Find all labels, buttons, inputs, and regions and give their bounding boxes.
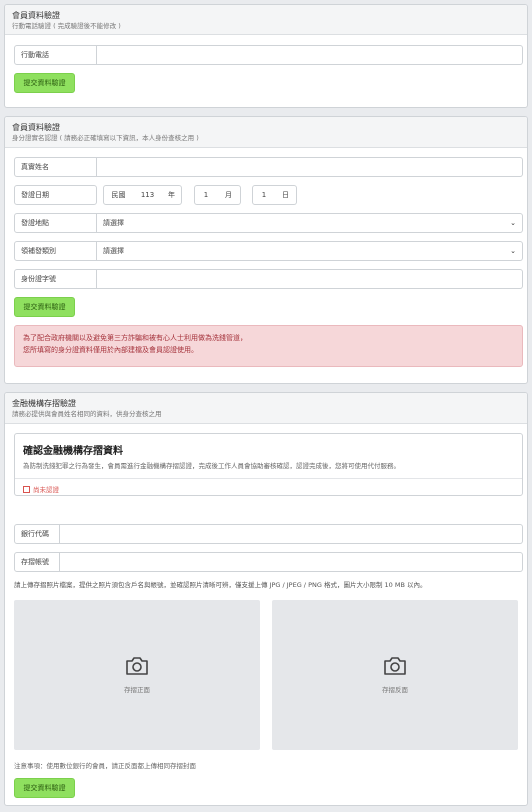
phone-input[interactable] — [97, 45, 523, 65]
month-unit: 月 — [217, 185, 241, 205]
chevron-down-icon: ⌄ — [510, 219, 516, 227]
issue-date-label: 發證日期 — [14, 185, 97, 205]
card-header: 會員資料驗證 身分證實名認證 ( 請務必正確填寫以下資訊，本人身份查核之用 ) — [5, 117, 527, 148]
upload-instructions: 請上傳存摺照片檔案，提供之照片須包含戶名與帳號，並確認照片清晰可辨，僅支援上傳 … — [14, 581, 427, 589]
back-label: 存摺反面 — [382, 686, 408, 694]
submit-bank-button[interactable]: 提交資料驗證 — [14, 778, 75, 798]
phone-row: 行動電話 — [14, 45, 523, 65]
card-subtitle: 身分證實名認證 ( 請務必正確填寫以下資訊，本人身份查核之用 ) — [12, 134, 199, 142]
passbook-front-upload[interactable]: 存摺正面 — [14, 600, 260, 750]
bank-info-text: 為防制洗錢犯罪之行為發生，會員需進行金融機構存摺認證，完成後工作人員會協助審核確… — [23, 462, 400, 470]
account-row: 存摺帳號 — [14, 552, 523, 572]
alert-line: 您所填寫的身分證資料僅用於內部建檔及會員認證使用。 — [23, 346, 198, 354]
year-unit: 年 — [162, 185, 182, 205]
submit-identity-button[interactable]: 提交資料驗證 — [14, 297, 75, 317]
checkbox-icon — [23, 485, 30, 493]
id-number-input[interactable] — [97, 269, 523, 289]
card-title: 金融機構存摺驗證 — [12, 399, 76, 408]
card-subtitle: 行動電話驗證 ( 完成驗證後不能修改 ) — [12, 22, 121, 30]
real-name-label: 真實姓名 — [14, 157, 97, 177]
bank-verification-card: 金融機構存摺驗證 請務必提供與會員姓名相同的資料，供身分查核之用 確認金融機構存… — [4, 392, 528, 806]
bank-code-label: 銀行代碼 — [14, 524, 60, 544]
bank-code-input[interactable] — [60, 524, 523, 544]
issue-place-select[interactable]: 請選擇 ⌄ — [97, 213, 523, 233]
month-input[interactable]: 1 — [194, 185, 218, 205]
card-title: 會員資料驗證 — [12, 11, 60, 20]
chevron-down-icon: ⌄ — [510, 247, 516, 255]
privacy-alert: 為了配合政府機關以及避免第三方詐騙和被有心人士利用做為洗錢管道， 您所填寫的身分… — [14, 325, 523, 367]
issue-place-label: 發證地點 — [14, 213, 97, 233]
issue-place-value: 請選擇 — [103, 219, 124, 227]
day-input[interactable]: 1 — [252, 185, 276, 205]
account-input[interactable] — [60, 552, 523, 572]
real-name-input[interactable] — [97, 157, 523, 177]
identity-verification-card: 會員資料驗證 身分證實名認證 ( 請務必正確填寫以下資訊，本人身份查核之用 ) … — [4, 116, 528, 384]
camera-icon — [384, 657, 406, 675]
bank-info-card: 確認金融機構存摺資料 為防制洗錢犯罪之行為發生，會員需進行金融機構存摺認證，完成… — [14, 433, 523, 496]
upload-note: 注意事項：使用數位銀行的會員，請正反面都上傳相同存摺封面 — [14, 762, 196, 770]
account-label: 存摺帳號 — [14, 552, 60, 572]
issue-type-select[interactable]: 請選擇 ⌄ — [97, 241, 523, 261]
alert-line: 為了配合政府機關以及避免第三方詐騙和被有心人士利用做為洗錢管道， — [23, 334, 247, 342]
card-header: 金融機構存摺驗證 請務必提供與會員姓名相同的資料，供身分查核之用 — [5, 393, 527, 424]
card-header: 會員資料驗證 行動電話驗證 ( 完成驗證後不能修改 ) — [5, 5, 527, 35]
issue-date-row: 發證日期 民國 113 年 1 月 1 日 — [14, 185, 304, 205]
year-input[interactable]: 113 — [133, 185, 163, 205]
phone-label: 行動電話 — [14, 45, 97, 65]
issue-type-label: 領補發類別 — [14, 241, 97, 261]
id-number-label: 身份證字號 — [14, 269, 97, 289]
card-title: 會員資料驗證 — [12, 123, 60, 132]
verification-status: 尚未認證 — [23, 484, 59, 494]
passbook-back-upload[interactable]: 存摺反面 — [272, 600, 518, 750]
card-subtitle: 請務必提供與會員姓名相同的資料，供身分查核之用 — [12, 410, 162, 418]
submit-phone-button[interactable]: 提交資料驗證 — [14, 73, 75, 93]
id-number-row: 身份證字號 — [14, 269, 523, 289]
phone-verification-card: 會員資料驗證 行動電話驗證 ( 完成驗證後不能修改 ) 行動電話 提交資料驗證 — [4, 4, 528, 108]
issue-type-row: 領補發類別 請選擇 ⌄ — [14, 241, 523, 261]
era-label: 民國 — [103, 185, 134, 205]
front-label: 存摺正面 — [124, 686, 150, 694]
issue-place-row: 發證地點 請選擇 ⌄ — [14, 213, 523, 233]
camera-icon — [126, 657, 148, 675]
divider — [15, 478, 522, 479]
day-unit: 日 — [275, 185, 297, 205]
bank-code-row: 銀行代碼 — [14, 524, 523, 544]
status-text: 尚未認證 — [33, 486, 59, 494]
real-name-row: 真實姓名 — [14, 157, 523, 177]
issue-type-value: 請選擇 — [103, 247, 124, 255]
bank-info-title: 確認金融機構存摺資料 — [23, 446, 123, 457]
